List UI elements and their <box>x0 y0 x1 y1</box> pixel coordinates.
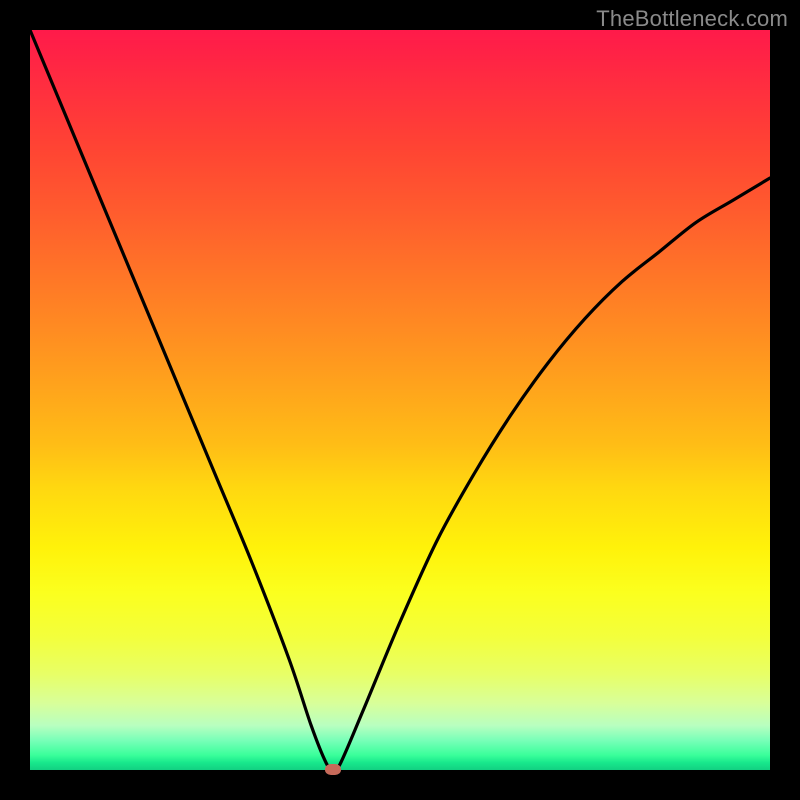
bottleneck-curve <box>30 30 770 770</box>
watermark-text: TheBottleneck.com <box>596 6 788 32</box>
chart-frame: TheBottleneck.com <box>0 0 800 800</box>
minimum-marker <box>325 764 341 775</box>
curve-path <box>30 30 770 770</box>
plot-area <box>30 30 770 770</box>
